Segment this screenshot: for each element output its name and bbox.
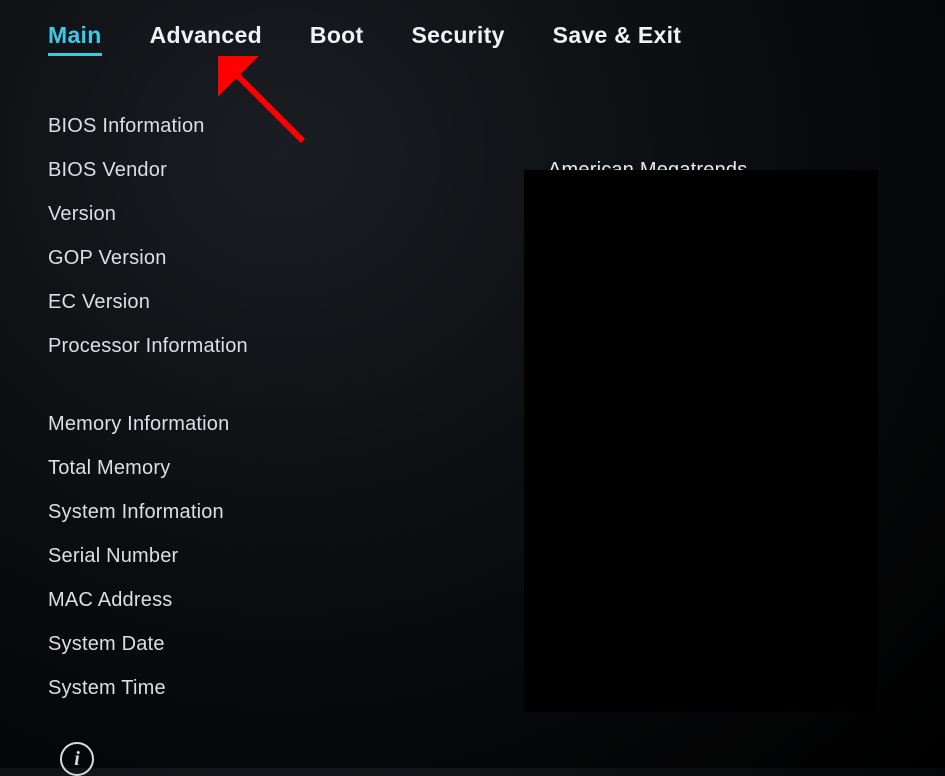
mac-address-label: MAC Address [48,589,172,612]
processor-information-header: Processor Information [48,335,248,358]
redacted-values-block [524,170,878,712]
total-memory-label: Total Memory [48,457,170,480]
ec-version-label: EC Version [48,291,150,314]
info-icon[interactable]: i [60,742,94,776]
tab-save-exit[interactable]: Save & Exit [553,22,682,56]
bios-information-header: BIOS Information [48,115,205,138]
tab-bar: Main Advanced Boot Security Save & Exit [0,0,945,56]
tab-main[interactable]: Main [48,22,102,56]
version-label: Version [48,203,116,226]
tab-security[interactable]: Security [412,22,505,56]
labels-column: BIOS Information BIOS Vendor Version GOP… [48,104,548,710]
tab-advanced[interactable]: Advanced [150,22,262,56]
bios-vendor-label: BIOS Vendor [48,159,167,182]
memory-information-header: Memory Information [48,413,229,436]
gop-version-label: GOP Version [48,247,167,270]
tab-boot[interactable]: Boot [310,22,364,56]
system-date-label[interactable]: System Date [48,633,165,656]
serial-number-label: Serial Number [48,545,178,568]
system-information-header: System Information [48,501,224,524]
system-time-label[interactable]: System Time [48,677,166,700]
